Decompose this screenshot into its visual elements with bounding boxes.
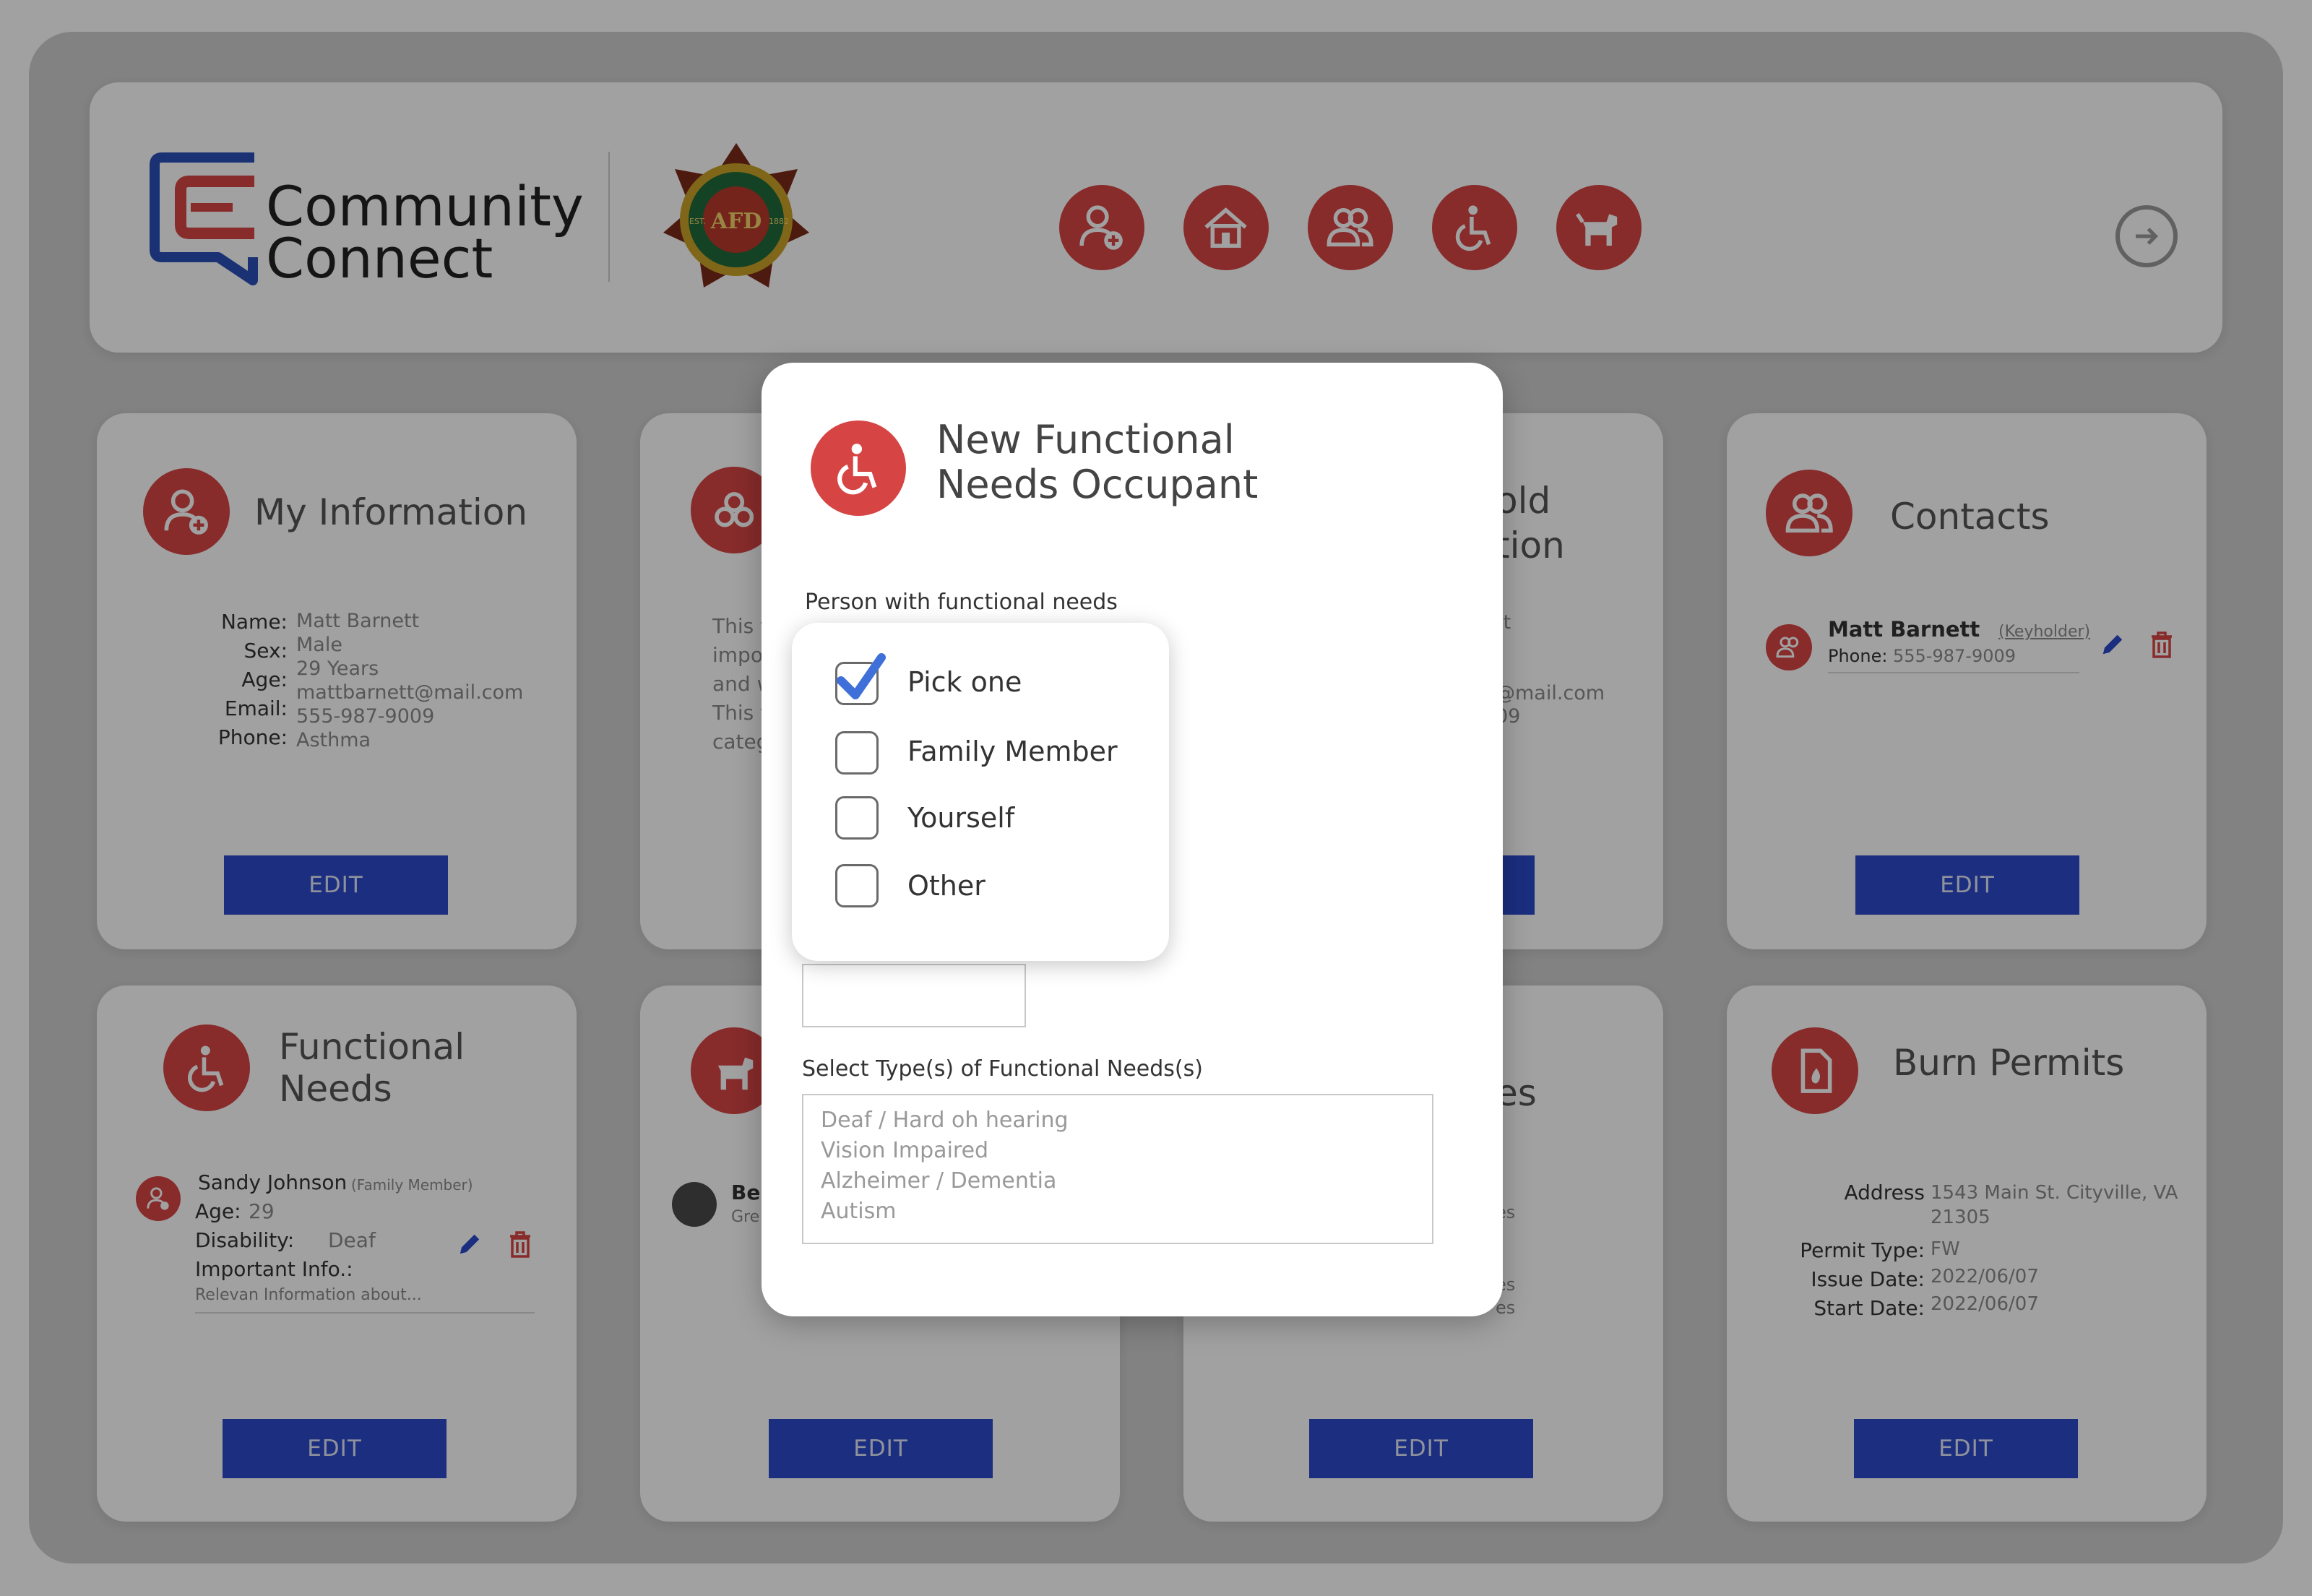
modal-title-line1: New Functional xyxy=(936,417,1235,462)
option-pick-one[interactable]: Pick one xyxy=(792,653,1169,712)
type-option[interactable]: Alzheimer / Dementia xyxy=(821,1166,1415,1196)
modal-header-icon xyxy=(811,420,906,516)
person-label: Person with functional needs xyxy=(805,590,1118,615)
type-option[interactable]: Deaf / Hard oh hearing xyxy=(821,1105,1415,1136)
person-text-input[interactable] xyxy=(802,964,1026,1027)
person-dropdown: Pick one Family Member Yourself Other xyxy=(792,623,1169,961)
option-yourself[interactable]: Yourself xyxy=(792,793,1169,851)
checkmark-icon xyxy=(837,653,886,699)
types-listbox[interactable]: Deaf / Hard oh hearing Vision Impaired A… xyxy=(802,1094,1433,1244)
option-label: Yourself xyxy=(907,802,1015,834)
option-other[interactable]: Other xyxy=(792,861,1169,919)
types-label: Select Type(s) of Functional Needs(s) xyxy=(802,1056,1203,1082)
wheelchair-icon xyxy=(837,444,877,495)
checkbox[interactable] xyxy=(835,731,879,775)
type-option[interactable]: Vision Impaired xyxy=(821,1136,1415,1166)
modal-title-line2: Needs Occupant xyxy=(936,462,1259,507)
checkbox[interactable] xyxy=(835,796,879,840)
option-label: Pick one xyxy=(907,666,1022,698)
option-family-member[interactable]: Family Member xyxy=(792,724,1169,782)
option-label: Family Member xyxy=(907,736,1118,767)
checkbox[interactable] xyxy=(835,864,879,907)
type-option[interactable]: Autism xyxy=(821,1196,1415,1227)
option-label: Other xyxy=(907,870,985,902)
